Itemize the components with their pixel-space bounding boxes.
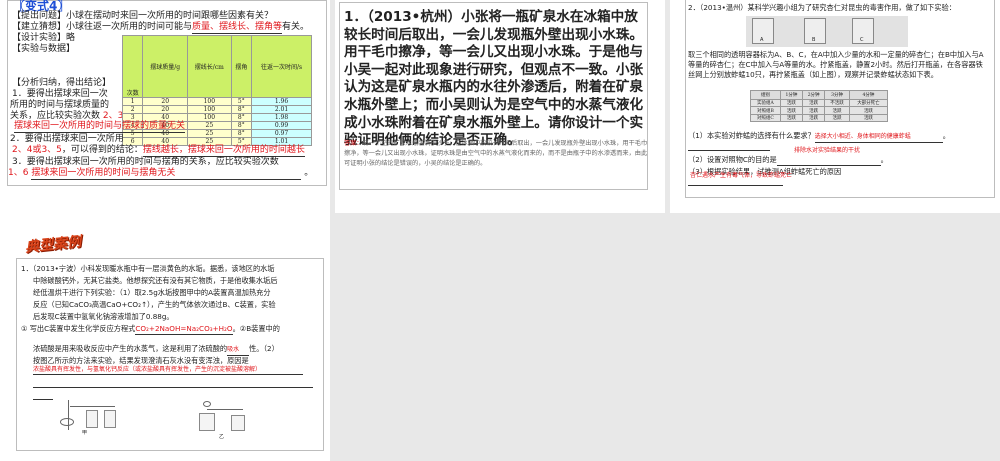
table-cell: 活跃 — [802, 98, 826, 108]
table-cell: 活跃 — [824, 106, 850, 115]
table-cell: 1.96 — [251, 97, 312, 106]
text-line: 按图乙所示的方法来实验，结果发现澄清石灰水没有变浑浊，原因是 — [33, 356, 249, 365]
text-line: 2．要得出摆球来回一次所用 — [10, 134, 124, 144]
answer-text: 浓盐酸具有挥发性，与氢氧化钙反应（或浓盐酸具有挥发性，产生的沉淀被盐酸溶解） — [33, 366, 303, 375]
table-cell: 活跃 — [779, 106, 804, 115]
table-cell: 活跃 — [848, 113, 889, 123]
table-cell: 1 — [121, 97, 144, 106]
answer-text: 排除水对实验结果的干扰 — [794, 147, 861, 154]
table-cell: 8° — [230, 129, 253, 138]
table-row: 1 20 100 5° 1.96 — [121, 97, 312, 106]
table-cell: 大部分死亡 — [848, 98, 889, 108]
table-cell: 活跃 — [824, 113, 850, 123]
table-cell: 活跃 — [848, 106, 889, 115]
text-line: 所用的时间与摆球质量的 — [10, 100, 110, 110]
table-cell: 25 — [187, 121, 232, 130]
table-cell: 对照组C — [750, 113, 781, 123]
table-cell: 0.97 — [251, 129, 312, 138]
apparatus-figure-a: 甲 — [50, 398, 120, 436]
answer-text: 杏仁遇水产生有毒气体，导致蚱蜢死亡 — [690, 172, 793, 179]
text-line: 经低温烘干进行下列实验：（1）取2.5g水垢按图甲中的A装置高温加热充分 — [33, 288, 271, 297]
slide-thumbnail-2[interactable]: 1．（2013•杭州）小张将一瓶矿泉水在冰箱中放较长时间后取出，一会儿发现瓶外壁… — [335, 0, 665, 213]
text-line: 【分析归纳，得出结论】 — [12, 78, 112, 88]
table-cell: 1.98 — [251, 113, 312, 122]
answer-text: 答案：将一个空的矿泉水瓶装满干沙子，在冰箱中放较长时间后取出，一会儿发现瓶外壁出… — [344, 140, 648, 167]
table-cell: 实验组A — [750, 98, 781, 108]
text-line: 【设计实验】略 — [12, 33, 76, 43]
table-cell: 对照组B — [750, 106, 781, 115]
table-cell: 20 — [142, 105, 189, 114]
text-line: 中除碳酸钙外，无其它盐类。他想探究还有没有其它物质，于是他收集水垢后 — [33, 276, 278, 285]
body-text: 取三个相同的透明容器标为A、B、C，在A中加入少量的水和一定量的碎杏仁；在B中加… — [688, 50, 984, 79]
table-row: 对照组C 活跃 活跃 活跃 活跃 — [750, 113, 889, 123]
answer-text: 摆球来回一次所用的时间与摆球的质量无关 — [14, 121, 186, 133]
table-cell: 活跃 — [779, 98, 804, 108]
slide-thumbnail-1[interactable]: 〖变式4〗 【提出问题】小球在摆动时来回一次所用的时间跟哪些因素有关？ 【建立猜… — [0, 0, 330, 213]
text-line: 【提出问题】小球在摆动时来回一次所用的时间跟哪些因素有关？ — [12, 11, 274, 21]
text-line: 【实验与数据】 — [12, 44, 76, 54]
table-cell: 活跃 — [802, 113, 826, 123]
table-cell: 不活跃 — [824, 98, 850, 108]
text-line: 反应（已知CaCO₃高温CaO+CO₂↑），产生的气体依次通过B、C装置，实验 — [33, 300, 276, 309]
banner-logo: 典型案例 — [24, 234, 82, 256]
table-row: 实验组A 活跃 活跃 不活跃 大部分死亡 — [750, 98, 889, 108]
question-text: 2．（2013•温州）某科学兴趣小组为了研究杏仁对昆虫的毒害作用，做了如下实验： — [688, 3, 956, 12]
apparatus-figure-b: 乙 — [195, 401, 255, 440]
table-cell: 2 — [121, 105, 144, 114]
question-text: 1．（2013•杭州）小张将一瓶矿泉水在冰箱中放较长时间后取出，一会儿发现瓶外壁… — [344, 9, 644, 149]
table-cell: 活跃 — [779, 113, 804, 123]
table-cell: 活跃 — [802, 106, 826, 115]
jars-figure: ABC — [746, 16, 908, 47]
text-line: 1、6 摆球来回一次所用的时间与摆角无关 。 — [8, 168, 314, 180]
table-cell: 8° — [230, 121, 253, 130]
text-line: 1．（2013•宁波）小科发现暖水瓶中有一层淡黄色的水垢。据悉，该地区的水垢 — [21, 264, 275, 273]
table-row: 对照组B 活跃 活跃 活跃 活跃 — [750, 106, 889, 115]
text-line: （1）本实验对蚱蜢的选择有什么要求？选择大小相近、身体相同的健康蚱蜢。 — [688, 131, 950, 143]
table-cell: 100 — [187, 97, 232, 106]
table-row: 2 20 100 8° 2.01 — [121, 105, 312, 114]
table-cell: 25 — [187, 129, 232, 138]
table-cell: 5° — [230, 97, 253, 106]
slide-thumbnail-4[interactable]: 典型案例 1．（2013•宁波）小科发现暖水瓶中有一层淡黄色的水垢。据悉，该地区… — [0, 213, 330, 461]
text-line: 3．要得出摆球来回一次所用的时间与摆角的关系，应比较实验次数 — [12, 157, 279, 167]
grasshopper-table: 组别 1分钟 2分钟 3分钟 4分钟 实验组A 活跃 活跃 不活跃 大部分死亡 对照组B 活跃 活跃活… — [750, 90, 889, 123]
table-cell: 2.01 — [251, 105, 312, 114]
table-cell: 0.99 — [251, 121, 312, 130]
text-line: 1．要得出摆球来回一次 — [12, 89, 108, 99]
table-cell: 100 — [187, 105, 232, 114]
text-line: （2）设置对照物C的目的是 。 — [688, 155, 888, 166]
table-cell: 20 — [142, 97, 189, 106]
text-line: ① 写出C装置中发生化学反应方程式CO₂+2NaOH=Na₂CO₃+H₂O。②B… — [21, 324, 280, 335]
slide-thumbnail-3[interactable]: 2．（2013•温州）某科学兴趣小组为了研究杏仁对昆虫的毒害作用，做了如下实验：… — [670, 0, 1000, 213]
table-cell: 8° — [230, 105, 253, 114]
text-line: 浓硫酸是用来吸收反应中产生的水蒸气，这是利用了浓硫酸的吸水 性。（2） — [33, 344, 279, 356]
table-cell: 8° — [230, 113, 253, 122]
text-line: 后发现C装置中氢氧化钠溶液增加了0.88g。 — [33, 312, 174, 321]
table-cell: 100 — [187, 113, 232, 122]
text-line: 2、4或3、5，可以得到的结论：摆线越长，摆球来回一次所用的时间越长 — [12, 145, 305, 157]
